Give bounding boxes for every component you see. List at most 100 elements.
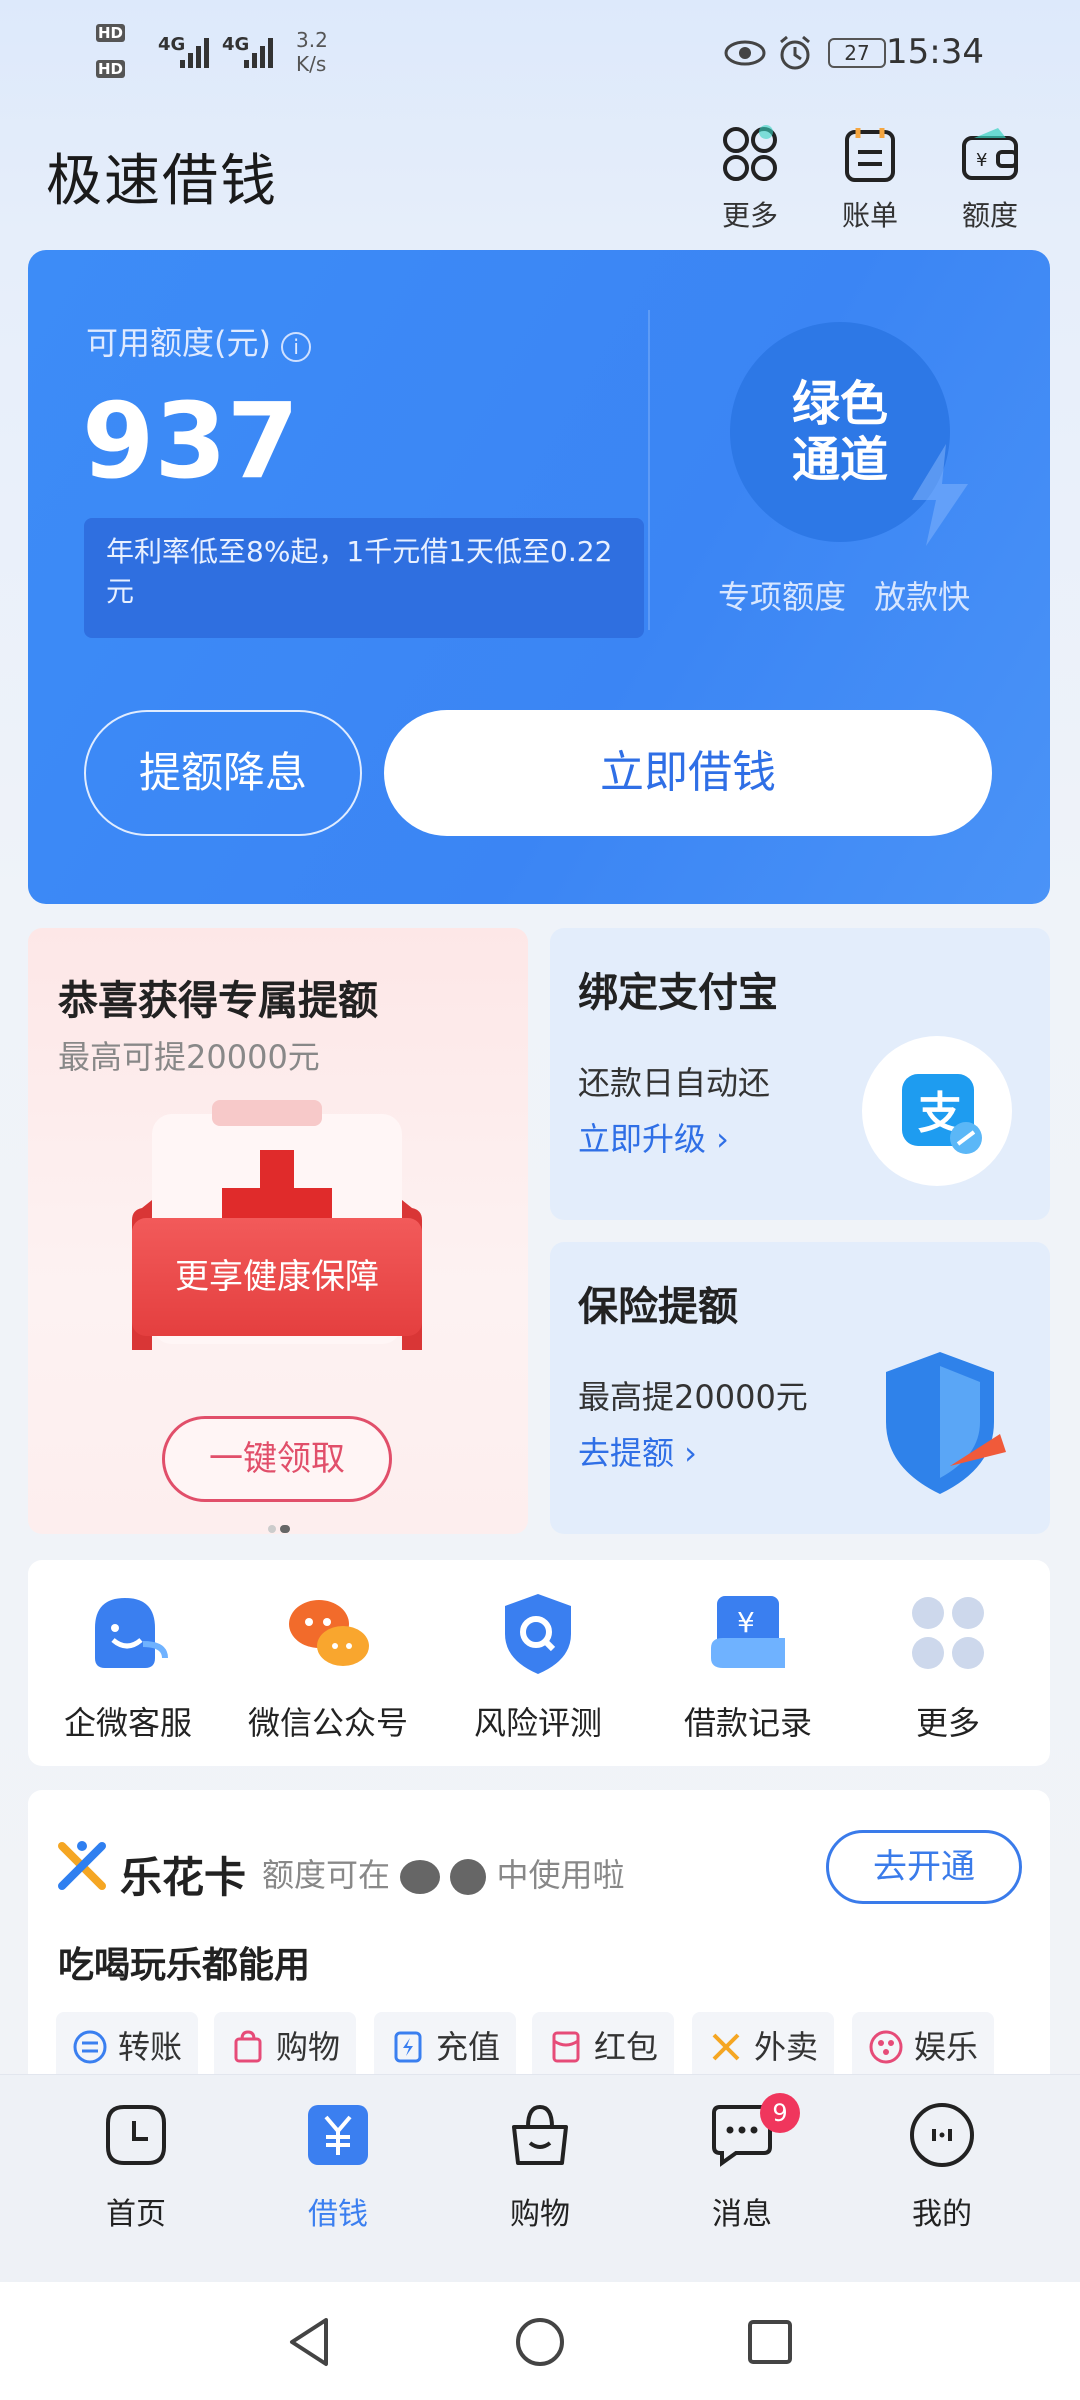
back-icon[interactable] — [282, 2314, 338, 2370]
raise-insurance-link[interactable]: 去提额 › — [578, 1428, 697, 1474]
chip-shopping[interactable]: 购物 — [214, 2012, 357, 2082]
quick-link-wechat[interactable]: 微信公众号 — [228, 1588, 428, 1744]
battery-indicator: 27 — [828, 38, 886, 68]
quick-link-more[interactable]: 更多 — [848, 1588, 1048, 1744]
quick-link-risk[interactable]: 风险评测 — [438, 1588, 638, 1744]
nav-label: 消息 — [712, 2197, 772, 2232]
svg-text:¥: ¥ — [737, 1606, 755, 1639]
promo-alipay-card[interactable]: 绑定支付宝 还款日自动还 立即升级 › 支 — [550, 928, 1050, 1220]
quick-link-label: 借款记录 — [683, 1704, 812, 1742]
entertainment-icon — [869, 2030, 903, 2064]
nav-shopping[interactable]: 购物 — [470, 2099, 610, 2233]
bill-label: 账单 — [841, 199, 898, 232]
nav-messages[interactable]: 9 消息 — [672, 2093, 812, 2233]
lehua-subtitle: 额度可在 中使用啦 — [262, 1856, 625, 1895]
chip-entertainment[interactable]: 娱乐 — [852, 2012, 995, 2082]
bill-icon — [845, 128, 895, 182]
shield-icon — [886, 1352, 1006, 1494]
alipay-logo: 支 — [862, 1036, 1012, 1186]
hd-badge-2: HD — [96, 60, 126, 78]
loan-record-icon: ¥ — [711, 1596, 785, 1668]
chip-redpacket[interactable]: 红包 — [532, 2012, 675, 2082]
health-banner: 更享健康保障 — [132, 1218, 422, 1336]
promo-insurance-title: 保险提额 — [578, 1284, 738, 1330]
recents-icon[interactable] — [742, 2314, 798, 2370]
quick-links: 企微客服 微信公众号 风险评测 ¥ 借款记录 更多 — [28, 1560, 1050, 1766]
message-badge: 9 — [760, 2093, 800, 2133]
net-speed: 3.2 K/s — [296, 28, 328, 76]
nav-label: 首页 — [106, 2197, 166, 2232]
lightning-icon — [912, 444, 968, 546]
activate-button[interactable]: 去开通 — [826, 1830, 1022, 1904]
available-credit-label: 可用额度(元) i — [86, 318, 312, 364]
customer-service-icon — [95, 1598, 168, 1668]
more-grid-icon — [912, 1597, 984, 1669]
recharge-icon — [394, 2031, 422, 2063]
more-label: 更多 — [721, 199, 778, 232]
lehua-card: 乐花卡 额度可在 中使用啦 去开通 吃喝玩乐都能用 转账 购物 充值 红包 外卖… — [28, 1790, 1050, 2090]
shopping-nav-icon — [512, 2104, 568, 2165]
nav-borrow[interactable]: 借钱 — [268, 2099, 408, 2233]
clock: 15:34 — [886, 32, 984, 72]
signal-icon-1 — [180, 38, 209, 68]
system-nav-bar — [0, 2282, 1080, 2400]
claim-button[interactable]: 一键领取 — [162, 1416, 392, 1502]
chip-transfer[interactable]: 转账 — [56, 2012, 199, 2082]
nav-label: 借钱 — [308, 2197, 368, 2232]
quick-link-customer-service[interactable]: 企微客服 — [28, 1588, 228, 1744]
nav-home[interactable]: 首页 — [66, 2099, 206, 2233]
home-icon[interactable] — [512, 2314, 568, 2370]
shopping-bag-icon — [234, 2030, 262, 2063]
raise-limit-button[interactable]: 提额降息 — [84, 710, 362, 836]
wechat-small-icon — [400, 1860, 441, 1894]
svg-text:¥: ¥ — [976, 150, 987, 171]
grid-icon — [723, 125, 777, 181]
more-button[interactable]: 更多 — [700, 124, 800, 234]
wechat-icon — [289, 1600, 369, 1666]
lehua-tagline: 吃喝玩乐都能用 — [58, 1945, 311, 1986]
chip-recharge[interactable]: 充值 — [374, 2012, 517, 2082]
quick-link-records[interactable]: ¥ 借款记录 — [648, 1588, 848, 1744]
borrow-now-button[interactable]: 立即借钱 — [384, 710, 992, 836]
eye-icon — [724, 40, 766, 66]
nav-label: 我的 — [912, 2197, 972, 2232]
credit-amount: 937 — [82, 380, 300, 502]
profile-icon — [910, 2103, 974, 2167]
quota-button[interactable]: ¥ 额度 — [940, 124, 1040, 234]
transfer-icon — [73, 2030, 107, 2064]
lehua-logo-icon — [58, 1841, 106, 1890]
page-title: 极速借钱 — [46, 149, 278, 214]
quick-link-label: 更多 — [915, 1704, 980, 1742]
promo-health-subtitle: 最高可提20000元 — [58, 1038, 320, 1076]
promo-health-card[interactable]: 恭喜获得专属提额 最高可提20000元 更享健康保障 一键领取 — [28, 928, 528, 1534]
promo-alipay-desc: 还款日自动还 — [578, 1064, 771, 1102]
home-clock-icon — [106, 2105, 166, 2165]
yuan-icon — [308, 2105, 368, 2165]
info-icon[interactable]: i — [281, 332, 312, 362]
green-channel-text: 绿色通道 — [791, 376, 888, 488]
status-bar: HD HD 4G 4G 3.2 K/s 27 15:34 — [0, 0, 1080, 110]
promo-health-title: 恭喜获得专属提额 — [58, 978, 378, 1024]
promo-alipay-title: 绑定支付宝 — [578, 970, 778, 1016]
upgrade-link[interactable]: 立即升级 › — [578, 1114, 729, 1160]
rate-info: 年利率低至8%起，1千元借1天低至0.22元 — [84, 518, 644, 638]
feature-text: 专项额度 放款快 — [718, 578, 971, 616]
card-divider — [648, 310, 650, 630]
signal-icon-2 — [244, 38, 273, 68]
hd-badge-1: HD — [96, 24, 126, 42]
lehua-title: 乐花卡 — [120, 1853, 247, 1902]
nav-mine[interactable]: 我的 — [872, 2099, 1012, 2233]
takeout-icon — [712, 2033, 740, 2061]
quick-link-label: 企微客服 — [63, 1704, 192, 1742]
alipay-icon: 支 — [902, 1074, 982, 1154]
risk-shield-icon — [505, 1594, 571, 1674]
quota-label: 额度 — [961, 199, 1018, 232]
bill-button[interactable]: 账单 — [820, 124, 920, 234]
chip-takeout[interactable]: 外卖 — [692, 2012, 835, 2082]
wallet-icon: ¥ — [962, 128, 1018, 180]
nav-label: 购物 — [510, 2197, 570, 2232]
promo-insurance-desc: 最高提20000元 — [578, 1378, 808, 1416]
credit-card: 可用额度(元) i 937 年利率低至8%起，1千元借1天低至0.22元 绿色通… — [28, 250, 1050, 904]
carousel-dots — [268, 1518, 290, 1534]
promo-insurance-card[interactable]: 保险提额 最高提20000元 去提额 › — [550, 1242, 1050, 1534]
